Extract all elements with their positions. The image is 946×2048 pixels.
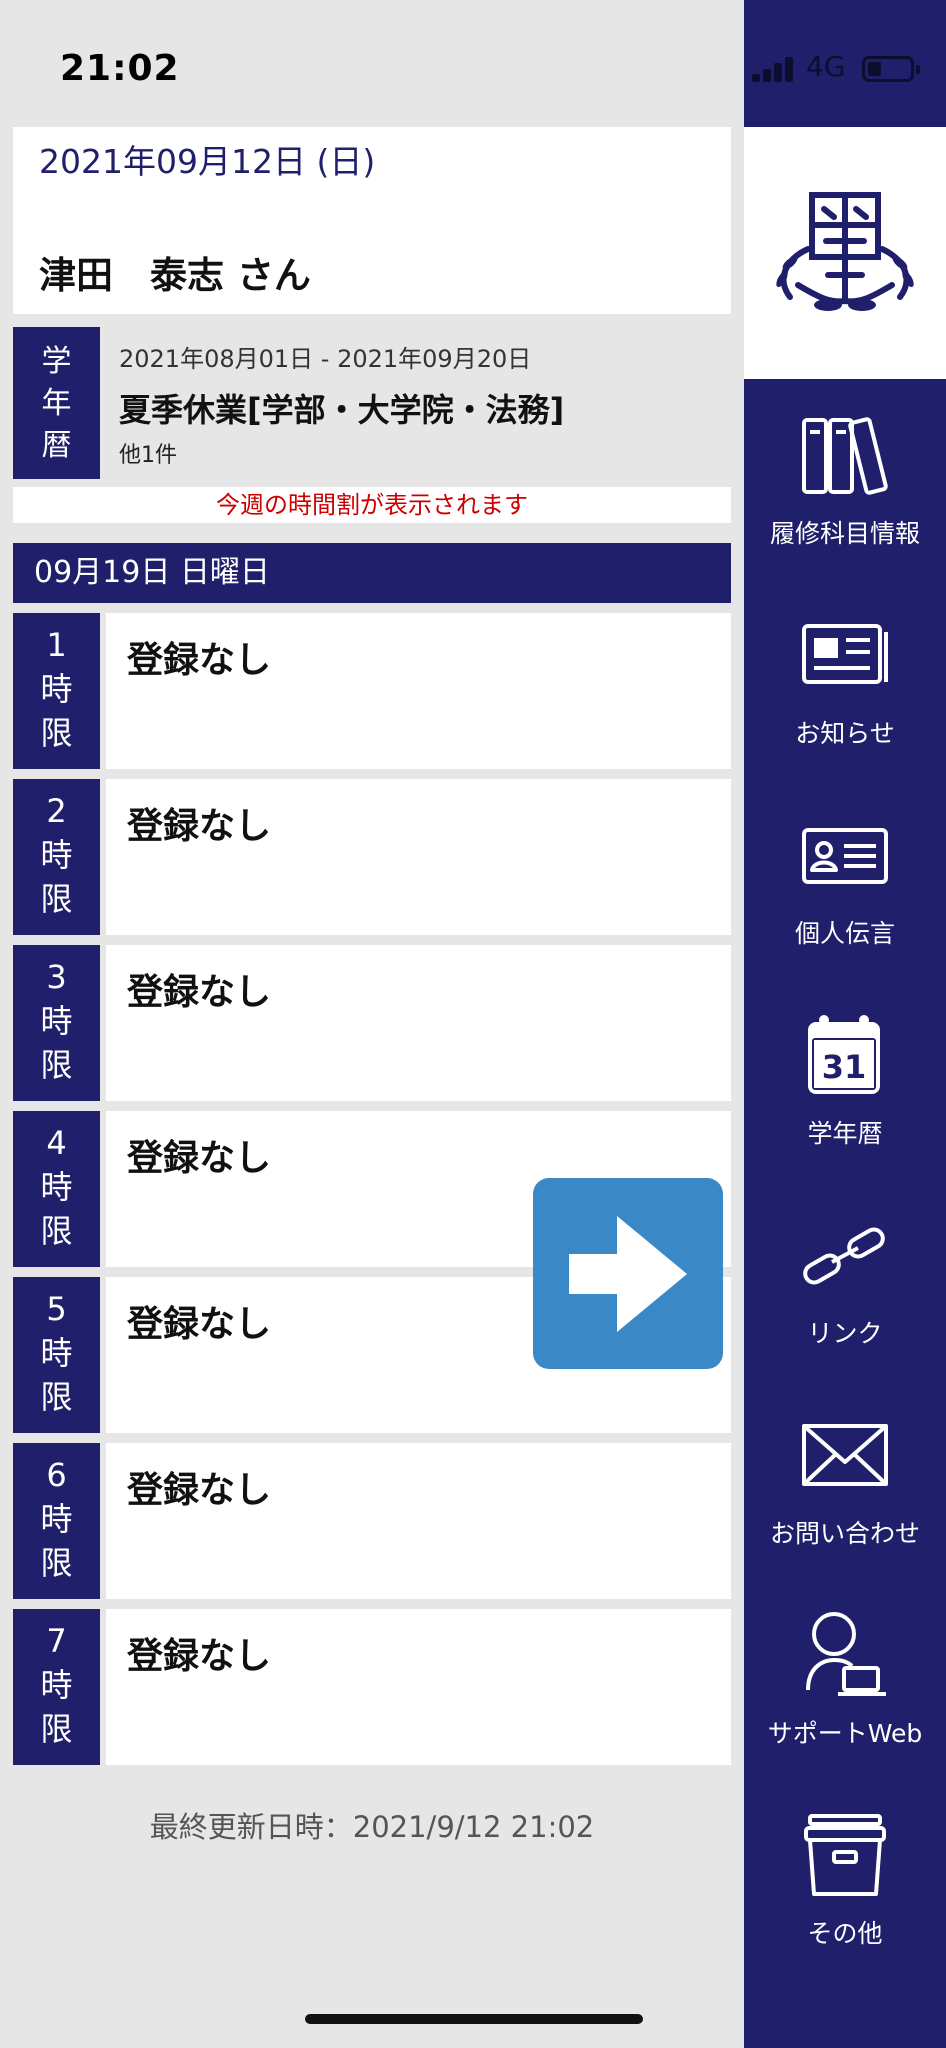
period-label: 5時限 (13, 1277, 100, 1433)
box-icon (804, 1814, 886, 1896)
period-status: 登録なし (127, 1470, 272, 1511)
calendar-day: 31 (822, 1048, 867, 1086)
period-label: 6時限 (13, 1443, 100, 1599)
period-row-3[interactable]: 3時限 登録なし (13, 945, 731, 1101)
nav-support-web[interactable]: サポートWeb (744, 1610, 946, 1810)
nav-label: 個人伝言 (794, 919, 895, 948)
period-label: 3時限 (13, 945, 100, 1101)
period-content[interactable]: 登録なし (106, 779, 731, 935)
nav-course-info[interactable]: 履修科目情報 (744, 410, 946, 610)
nav-label: その他 (807, 1919, 883, 1948)
date-card: 2021年09月12日 (日) 津田 泰志 さん (13, 127, 731, 314)
id-card-icon (802, 828, 888, 884)
period-status: 登録なし (127, 1636, 272, 1677)
period-content[interactable]: 登録なし (106, 1609, 731, 1765)
period-row-1[interactable]: 1時限 登録なし (13, 613, 731, 769)
user-name: 津田 泰志 さん (39, 254, 311, 297)
academic-calendar-card[interactable]: 学 年 暦 2021年08月01日 - 2021年09月20日 夏季休業[学部・… (13, 327, 731, 479)
period-content[interactable]: 登録なし (106, 613, 731, 769)
nav-academic-calendar[interactable]: 31 学年暦 (744, 1010, 946, 1210)
nav-label: リンク (807, 1319, 883, 1348)
calendar-icon: 31 (808, 1015, 880, 1094)
timetable-notice: 今週の時間割が表示されます (13, 487, 731, 523)
period-content[interactable]: 登録なし (106, 1443, 731, 1599)
nav-label: お問い合わせ (769, 1519, 920, 1548)
calendar-event-title: 夏季休業[学部・大学院・法務] (119, 391, 565, 429)
calendar-more-count: 他1件 (119, 443, 177, 468)
status-time: 21:02 (60, 48, 180, 89)
home-indicator[interactable] (305, 2014, 643, 2024)
period-content[interactable]: 登録なし (106, 945, 731, 1101)
nav-label: 履修科目情報 (769, 519, 920, 548)
nav-label: サポートWeb (767, 1719, 923, 1748)
nav-notices[interactable]: お知らせ (744, 610, 946, 810)
period-status: 登録なし (127, 972, 272, 1013)
period-row-6[interactable]: 6時限 登録なし (13, 1443, 731, 1599)
calendar-date-range: 2021年08月01日 - 2021年09月20日 (119, 345, 532, 373)
current-date: 2021年09月12日 (日) (39, 142, 376, 181)
university-logo[interactable] (744, 127, 946, 379)
books-icon (802, 417, 888, 495)
period-row-7[interactable]: 7時限 登録なし (13, 1609, 731, 1765)
period-status: 登録なし (127, 1138, 272, 1179)
newspaper-icon (802, 624, 888, 684)
network-type: 4G (806, 50, 846, 83)
period-status: 登録なし (127, 640, 272, 681)
period-status: 登録なし (127, 1304, 272, 1345)
last-updated: 最終更新日時：2021/9/12 21:02 (149, 1810, 595, 1844)
arrow-right-icon (569, 1216, 687, 1332)
academic-calendar-label: 学 年 暦 (13, 327, 100, 479)
nav-personal-message[interactable]: 個人伝言 (744, 810, 946, 1010)
day-header: 09月19日 日曜日 (13, 543, 731, 603)
university-crest-icon (776, 192, 914, 311)
next-week-button[interactable] (533, 1178, 723, 1369)
support-person-icon (806, 1612, 886, 1696)
nav-label: 学年暦 (807, 1119, 883, 1148)
period-label: 7時限 (13, 1609, 100, 1765)
signal-icon (752, 56, 796, 82)
period-label: 4時限 (13, 1111, 100, 1267)
period-label: 2時限 (13, 779, 100, 935)
period-status: 登録なし (127, 806, 272, 847)
nav-links[interactable]: リンク (744, 1210, 946, 1410)
envelope-icon (802, 1424, 888, 1486)
battery-icon (862, 56, 920, 82)
period-row-2[interactable]: 2時限 登録なし (13, 779, 731, 935)
nav-other[interactable]: その他 (744, 1810, 946, 2010)
nav-label: お知らせ (795, 719, 895, 748)
status-indicators: 4G (744, 50, 946, 90)
period-label: 1時限 (13, 613, 100, 769)
nav-contact[interactable]: お問い合わせ (744, 1410, 946, 1610)
link-icon (803, 1227, 885, 1285)
